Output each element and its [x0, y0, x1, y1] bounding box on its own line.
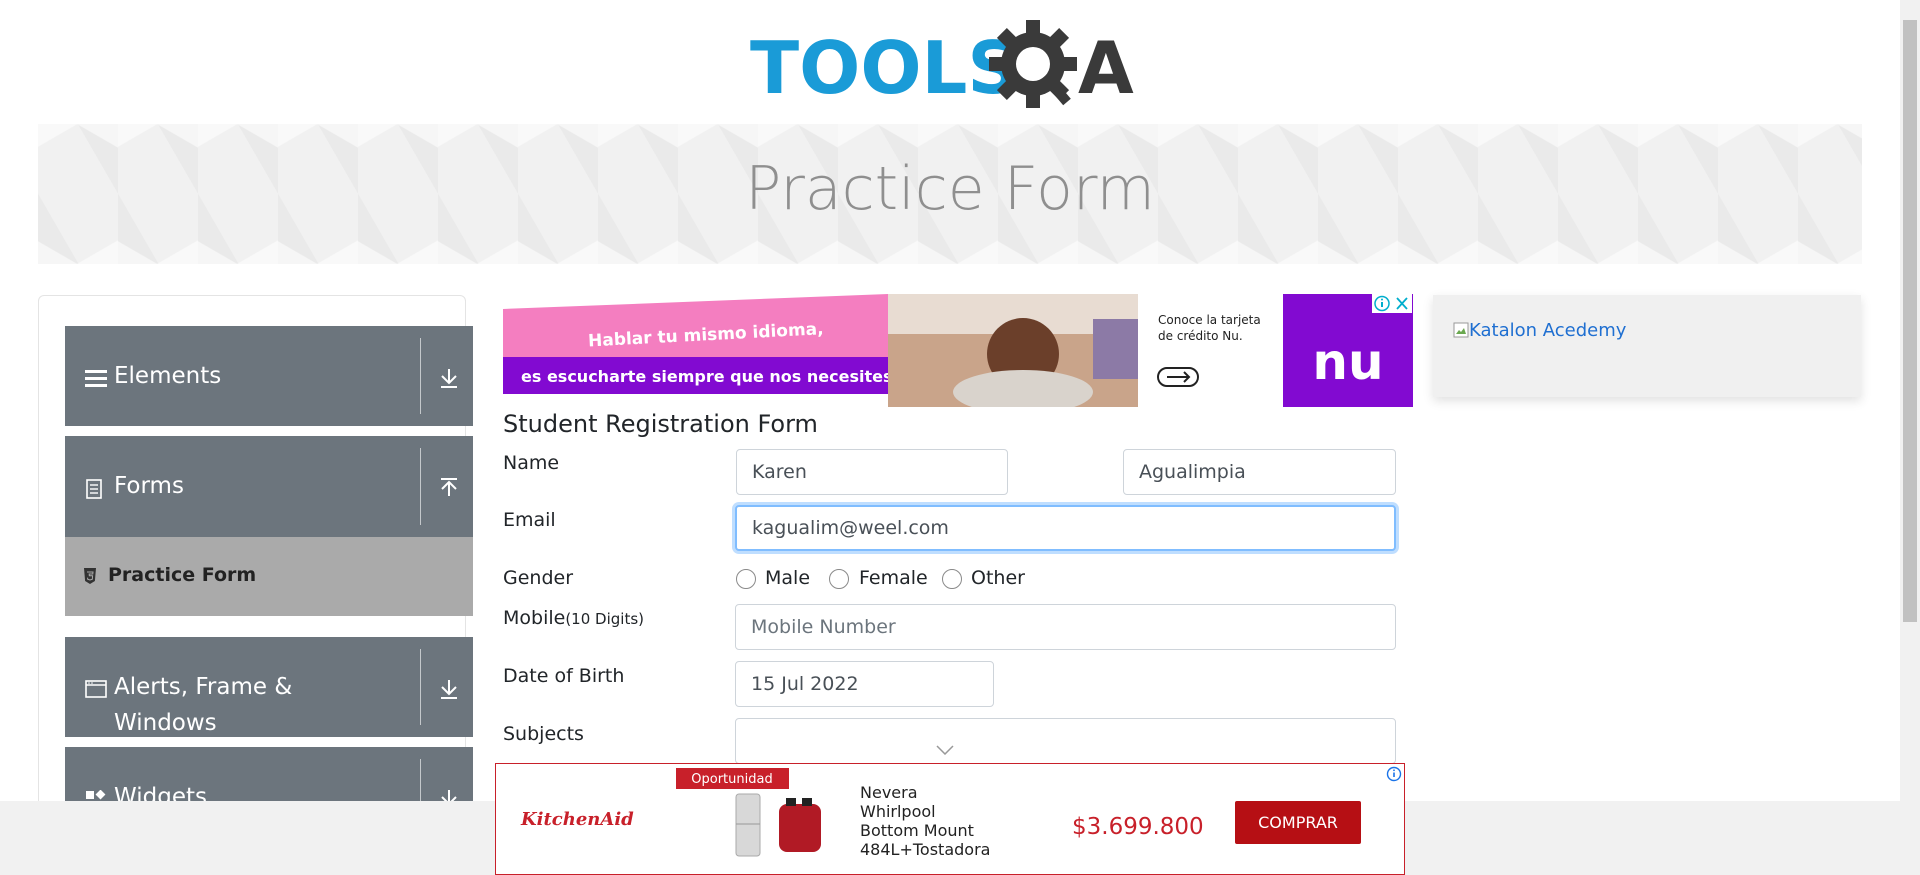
divider	[420, 759, 421, 804]
last-name-input[interactable]	[1123, 449, 1396, 495]
form-title: Student Registration Form	[503, 410, 818, 438]
nu-logo: nu	[1312, 333, 1383, 391]
comprar-label: COMPRAR	[1258, 813, 1338, 832]
mobile-label-text: Mobile	[503, 607, 566, 629]
name-label: Name	[503, 452, 560, 474]
ad-close-icon[interactable]	[1392, 294, 1412, 313]
sidebar-item-practice-form[interactable]: Practice Form	[65, 537, 473, 616]
gender-male-radio[interactable]	[736, 569, 756, 589]
chevron-down-icon	[936, 745, 954, 755]
ad-info-icon[interactable]	[1386, 766, 1402, 782]
ad-kitchenaid[interactable]: KitchenAid Oportunidad Nevera Whirlpool …	[495, 763, 1405, 875]
katalon-alt-text: Katalon Acedemy	[1469, 320, 1627, 341]
sidebar-group-label-line2: Windows	[114, 710, 217, 736]
first-name-input[interactable]	[736, 449, 1008, 495]
logo-text-tools: TOOLS	[750, 26, 1019, 110]
gender-other-radio[interactable]	[942, 569, 962, 589]
product-price: $3.699.800	[1072, 814, 1204, 840]
gender-label: Gender	[503, 567, 574, 589]
document-icon	[86, 479, 102, 499]
product-name-1: Nevera	[860, 783, 918, 802]
ad-banner-nu[interactable]: Hablar tu mismo idioma, es escucharte si…	[503, 294, 1413, 407]
sidebar-group-label-line1: Alerts, Frame &	[114, 674, 293, 700]
product-name-3: Bottom Mount	[860, 821, 974, 840]
kitchenaid-logo: KitchenAid	[520, 809, 634, 830]
ad-badge-text: Oportunidad	[691, 772, 772, 787]
gender-male-label[interactable]: Male	[765, 567, 810, 589]
download-icon	[441, 369, 457, 388]
sidebar-group-label: Forms	[114, 473, 184, 499]
dob-label: Date of Birth	[503, 665, 625, 687]
subjects-input[interactable]	[735, 718, 1396, 764]
gender-female-label[interactable]: Female	[859, 567, 928, 589]
toolsqa-logo[interactable]: TOOLS A	[750, 18, 1155, 113]
mobile-hint: (10 Digits)	[565, 610, 644, 628]
sidebar-group-elements[interactable]: Elements	[65, 326, 473, 426]
download-icon	[441, 680, 457, 699]
page-title: Practice Form	[745, 154, 1155, 224]
divider	[420, 338, 421, 414]
upload-icon	[441, 478, 457, 496]
gear-icon	[989, 20, 1077, 108]
broken-image-link[interactable]: Katalon Acedemy	[1453, 320, 1626, 341]
gender-female-radio[interactable]	[829, 569, 849, 589]
comprar-button[interactable]: COMPRAR	[1235, 801, 1361, 844]
sidebar: Elements Forms Practice Form Alerts, Fra…	[38, 295, 473, 817]
email-input[interactable]	[735, 505, 1396, 551]
scrollbar-thumb[interactable]	[1903, 20, 1917, 622]
arrow-right-icon	[1157, 367, 1199, 387]
sidebar-group-label: Elements	[114, 363, 222, 389]
ad-caption-1: Conoce la tarjeta	[1158, 313, 1261, 327]
ad-info-icon[interactable]	[1372, 294, 1392, 313]
ad-headline-2: es escucharte siempre que nos necesites.	[521, 367, 899, 386]
sidebar-group-forms[interactable]: Forms	[65, 436, 473, 537]
date-of-birth-input[interactable]	[735, 661, 994, 707]
hamburger-icon	[85, 370, 107, 387]
ad-katalon[interactable]: Katalon Acedemy	[1433, 295, 1861, 397]
product-image	[735, 793, 821, 857]
ad-caption-2: de crédito Nu.	[1158, 329, 1243, 343]
mobile-input[interactable]	[735, 604, 1396, 650]
html5-icon	[84, 568, 96, 584]
subjects-label: Subjects	[503, 723, 584, 745]
window-icon	[85, 680, 107, 698]
gender-other-label[interactable]: Other	[971, 567, 1025, 589]
divider	[420, 649, 421, 725]
divider	[420, 448, 421, 525]
logo-text-a: A	[1078, 26, 1134, 110]
sidebar-group-alerts-frame-windows[interactable]: Alerts, Frame & Windows	[65, 637, 473, 737]
broken-image-icon	[1453, 322, 1469, 338]
email-label: Email	[503, 509, 556, 531]
page-banner: Practice Form	[38, 124, 1862, 264]
sidebar-item-label: Practice Form	[108, 564, 257, 586]
product-name-4: 484L+Tostadora	[860, 840, 990, 859]
product-name-2: Whirlpool	[860, 802, 936, 821]
mobile-label: Mobile(10 Digits)	[503, 607, 644, 629]
